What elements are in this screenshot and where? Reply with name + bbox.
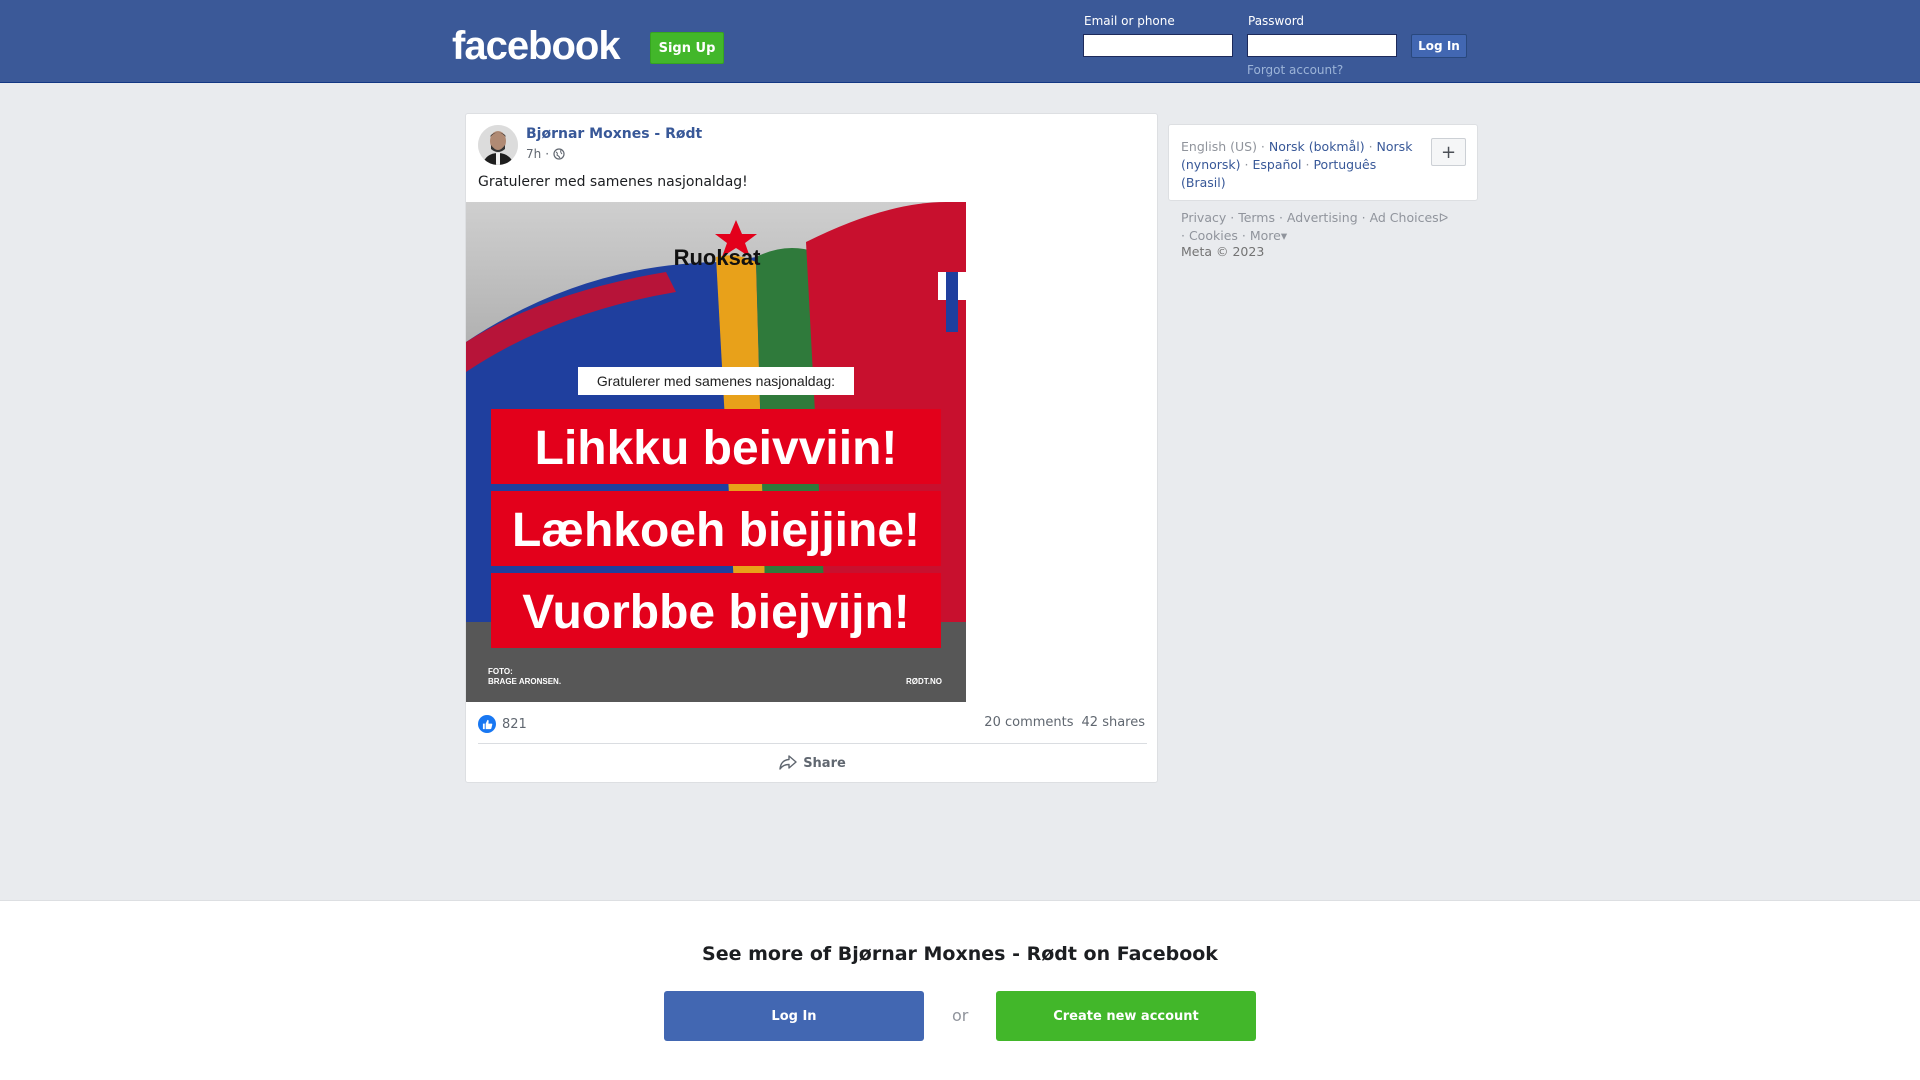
password-label: Password bbox=[1248, 14, 1305, 28]
share-label: Share bbox=[803, 755, 846, 771]
image-brand: Ruoksat bbox=[674, 245, 761, 270]
forgot-account-link[interactable]: Forgot account? bbox=[1247, 63, 1343, 77]
like-icon bbox=[478, 715, 496, 733]
password-field[interactable] bbox=[1247, 34, 1397, 57]
email-field[interactable] bbox=[1083, 34, 1233, 57]
bottom-login-button[interactable]: Log In bbox=[664, 991, 924, 1041]
shares-count[interactable]: 42 shares bbox=[1082, 715, 1145, 730]
language-espanol[interactable]: Español bbox=[1252, 157, 1301, 172]
language-english: English (US) bbox=[1181, 139, 1257, 154]
language-list: English (US) · Norsk (bokmål) · Norsk (n… bbox=[1181, 139, 1413, 190]
top-bar: facebook Sign Up Email or phone Password… bbox=[0, 0, 1920, 83]
language-norsk-bokmal[interactable]: Norsk (bokmål) bbox=[1269, 139, 1365, 154]
signup-button[interactable]: Sign Up bbox=[650, 32, 724, 64]
image-line-3: Vuorbbe biejvijn! bbox=[522, 586, 910, 639]
ad-choices-icon: ᐅ bbox=[1438, 210, 1449, 225]
bottom-signup-panel: See more of Bjørnar Moxnes - Rødt on Fac… bbox=[0, 900, 1920, 1080]
likes-count[interactable]: 821 bbox=[502, 717, 527, 732]
avatar[interactable] bbox=[478, 125, 518, 165]
language-box: English (US) · Norsk (bokmål) · Norsk (n… bbox=[1168, 124, 1478, 201]
engagement-counts: 20 comments 42 shares bbox=[984, 715, 1145, 730]
or-text: or bbox=[952, 1006, 969, 1025]
post-author-link[interactable]: Bjørnar Moxnes - Rødt bbox=[526, 126, 702, 142]
post-meta: 7h · bbox=[526, 147, 565, 161]
login-button[interactable]: Log In bbox=[1411, 34, 1467, 58]
share-button[interactable]: Share bbox=[466, 744, 1159, 782]
share-icon bbox=[779, 755, 797, 770]
reactions-summary[interactable]: 821 bbox=[478, 715, 527, 733]
image-line-2: Læhkoeh biejjine! bbox=[512, 504, 920, 557]
footer-terms[interactable]: Terms bbox=[1238, 210, 1275, 225]
facebook-logo[interactable]: facebook bbox=[452, 24, 621, 69]
post-time[interactable]: 7h bbox=[526, 147, 541, 161]
email-label: Email or phone bbox=[1084, 14, 1175, 28]
create-account-button[interactable]: Create new account bbox=[996, 991, 1256, 1041]
post-card: Bjørnar Moxnes - Rødt 7h · Gratulerer me… bbox=[465, 113, 1158, 783]
photo-credit-label: FOTO: bbox=[488, 667, 513, 676]
image-caption: Gratulerer med samenes nasjonaldag: bbox=[597, 373, 835, 389]
more-languages-button[interactable]: + bbox=[1431, 138, 1466, 166]
meta-separator: · bbox=[545, 147, 550, 161]
footer-ad-choices[interactable]: Ad Choices bbox=[1370, 210, 1439, 225]
post-text: Gratulerer med samenes nasjonaldag! bbox=[478, 174, 748, 190]
globe-icon bbox=[553, 148, 565, 160]
image-line-1: Lihkku beivviin! bbox=[535, 422, 898, 475]
footer-advertising[interactable]: Advertising bbox=[1287, 210, 1358, 225]
post-image[interactable]: Ruoksat Gratulerer med samenes nasjonald… bbox=[466, 202, 966, 702]
footer-links: Privacy · Terms · Advertising · Ad Choic… bbox=[1181, 210, 1449, 243]
comments-count[interactable]: 20 comments bbox=[984, 715, 1073, 730]
image-site: RØDT.NO bbox=[906, 677, 942, 686]
photo-credit-name: BRAGE ARONSEN. bbox=[488, 677, 561, 686]
avatar-photo bbox=[478, 125, 518, 165]
bottom-title: See more of Bjørnar Moxnes - Rødt on Fac… bbox=[702, 943, 1218, 965]
post-image-graphic: Ruoksat Gratulerer med samenes nasjonald… bbox=[466, 202, 966, 702]
footer-privacy[interactable]: Privacy bbox=[1181, 210, 1226, 225]
copyright: Meta © 2023 bbox=[1181, 244, 1265, 259]
footer-cookies[interactable]: Cookies bbox=[1189, 228, 1238, 243]
footer-more[interactable]: More bbox=[1250, 228, 1281, 243]
caret-down-icon: ▾ bbox=[1280, 228, 1288, 243]
